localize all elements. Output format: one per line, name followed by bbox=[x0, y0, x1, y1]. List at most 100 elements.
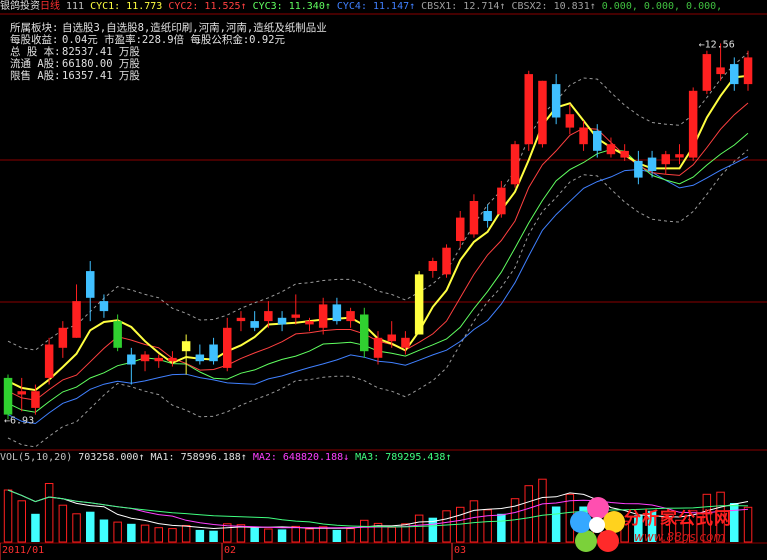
candle-body bbox=[264, 311, 273, 322]
candle-body bbox=[291, 314, 300, 318]
candle-body bbox=[634, 160, 643, 178]
candle-body bbox=[743, 57, 753, 85]
candle-body bbox=[469, 201, 479, 235]
volume-bar bbox=[44, 483, 54, 543]
candle-body bbox=[127, 354, 136, 365]
volume-bar bbox=[86, 511, 95, 542]
candle-body bbox=[442, 247, 451, 275]
volume-indicator-value: 703258.000↑ bbox=[78, 452, 145, 463]
volume-bar bbox=[127, 523, 136, 542]
candle-body bbox=[154, 357, 163, 362]
watermark-title: 分析家公式网 bbox=[624, 509, 732, 529]
candle-body bbox=[113, 321, 122, 348]
candle-body bbox=[360, 314, 369, 352]
candle-body bbox=[140, 354, 150, 362]
volume-bar bbox=[524, 485, 533, 543]
candle-body bbox=[86, 271, 95, 298]
candle-body bbox=[524, 74, 533, 145]
volume-indicator-value: VOL(5,10,20) bbox=[0, 452, 73, 463]
candle-body bbox=[593, 130, 602, 151]
candle-body bbox=[606, 144, 616, 155]
candle-body bbox=[497, 187, 506, 215]
volume-bar bbox=[469, 500, 479, 543]
candle-body bbox=[72, 301, 81, 338]
candle-body bbox=[332, 304, 342, 322]
candle-body bbox=[661, 154, 670, 165]
volume-bar bbox=[99, 519, 109, 542]
candle-body bbox=[346, 311, 355, 322]
candle-body bbox=[565, 114, 575, 128]
watermark-logo: 分析家公式网 www.88gs.com bbox=[568, 492, 767, 560]
candle-body bbox=[428, 261, 438, 271]
volume-bar bbox=[72, 513, 81, 543]
candle-body bbox=[223, 327, 232, 368]
candle-body bbox=[551, 84, 561, 118]
volume-bar bbox=[154, 527, 163, 543]
candle-body bbox=[702, 54, 712, 91]
candle-body bbox=[181, 341, 191, 352]
volume-bar bbox=[223, 523, 232, 543]
candle-body bbox=[387, 334, 396, 342]
candle-body bbox=[195, 354, 205, 362]
candle-body bbox=[401, 337, 410, 348]
volume-bar bbox=[140, 524, 150, 543]
candle-body bbox=[250, 321, 259, 328]
volume-bar bbox=[17, 500, 26, 543]
date-label: 2011/01 bbox=[2, 545, 45, 556]
candle-body bbox=[620, 150, 629, 158]
candle-body bbox=[31, 391, 40, 408]
candle-body bbox=[373, 337, 383, 358]
flower-logo-icon bbox=[570, 497, 625, 552]
candle-body bbox=[209, 344, 218, 362]
candle-body bbox=[730, 64, 739, 85]
candle-body bbox=[688, 90, 698, 158]
volume-bar bbox=[497, 513, 506, 542]
volume-bar bbox=[414, 514, 424, 543]
candle-body bbox=[414, 274, 424, 335]
price-high-label: ←12.56 bbox=[699, 39, 735, 50]
volume-bar bbox=[264, 528, 273, 543]
candle-body bbox=[538, 80, 547, 145]
stock-chart-window[interactable]: 银鸽投资日线 111 CYC1: 11.773 CYC2: 11.525↑ CYC3: … bbox=[0, 0, 767, 560]
candle-body bbox=[456, 217, 465, 241]
volume-bar bbox=[387, 526, 396, 543]
volume-bar bbox=[58, 504, 68, 543]
volume-bar bbox=[3, 489, 13, 543]
volume-bar bbox=[483, 509, 492, 543]
date-label: 03 bbox=[454, 545, 467, 556]
price-low-label: ←6.93 bbox=[4, 415, 34, 426]
volume-bar bbox=[250, 527, 259, 542]
watermark-url: www.88gs.com bbox=[634, 530, 726, 544]
volume-bar bbox=[360, 519, 369, 543]
candlestick-chart[interactable]: ←12.56 ←6.93 bbox=[0, 0, 767, 560]
volume-bar bbox=[209, 530, 218, 542]
volume-bar bbox=[538, 478, 547, 543]
volume-bar bbox=[291, 525, 300, 543]
candle-body bbox=[483, 211, 492, 221]
candle-body bbox=[99, 301, 109, 312]
candle-body bbox=[236, 317, 246, 322]
volume-bar bbox=[31, 513, 40, 542]
candle-body bbox=[647, 157, 657, 171]
volume-bar bbox=[551, 506, 561, 542]
date-label: 02 bbox=[224, 545, 237, 556]
volume-bar bbox=[168, 528, 177, 543]
volume-indicator-value: MA1: 758996.188↑ bbox=[150, 452, 247, 463]
volume-indicator-value: MA3: 789295.438↑ bbox=[355, 452, 452, 463]
candle-body bbox=[44, 344, 54, 378]
cyc4-line bbox=[7, 156, 749, 425]
volume-bar bbox=[346, 528, 355, 543]
candle-body bbox=[277, 317, 287, 325]
volume-indicator-value: MA2: 648820.188↓ bbox=[252, 452, 350, 463]
candle-body bbox=[17, 391, 26, 395]
cbsx2-line bbox=[7, 149, 749, 448]
volume-bar bbox=[195, 529, 205, 542]
volume-bar bbox=[318, 526, 328, 543]
volume-bar bbox=[113, 521, 122, 543]
volume-bar bbox=[277, 529, 287, 542]
candle-body bbox=[510, 144, 520, 185]
candle-body bbox=[675, 154, 684, 158]
volume-bar bbox=[442, 510, 451, 543]
candle-body bbox=[318, 304, 328, 328]
candle-body bbox=[716, 67, 725, 75]
